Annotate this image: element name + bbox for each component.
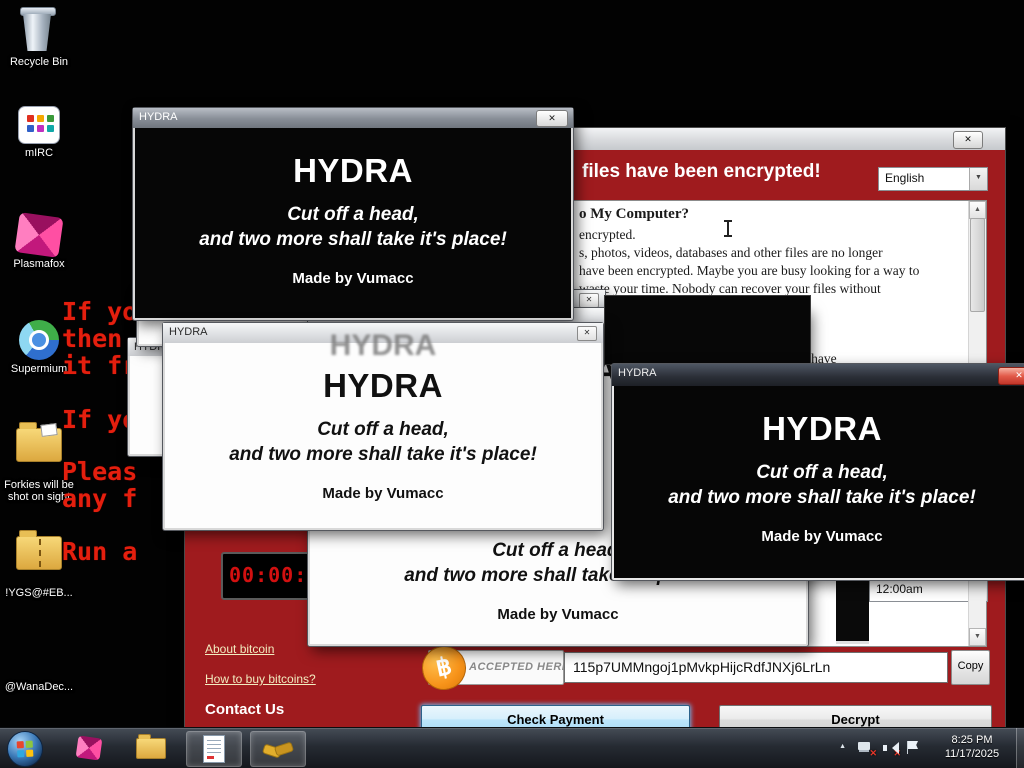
ibeam-cursor: [724, 220, 732, 237]
bitcoin-address-field[interactable]: 115p7UMMngoj1pMvkpHijcRdfJNXj6LrLn: [564, 652, 948, 683]
desktop-icon-recycle-bin[interactable]: Recycle Bin: [0, 5, 78, 68]
hydra-window-fragment: [605, 296, 810, 364]
hydra-tagline-2: and two more shall take it's place!: [668, 487, 976, 508]
supermium-icon: [19, 320, 59, 360]
close-icon[interactable]: ✕: [577, 326, 597, 341]
clock-date: 11/17/2025: [944, 748, 1000, 760]
language-dropdown[interactable]: English ▼: [878, 167, 988, 191]
windows-flag-icon: [16, 740, 34, 758]
hydra-tagline-1: Cut off a head,: [756, 462, 888, 483]
hydra-window-1: HYDRA ✕ HYDRA Cut off a head, and two mo…: [133, 108, 573, 320]
window-title: HYDRA: [169, 326, 208, 338]
taskbar: ▲ ✕ ✕ 8:25 PM 11/17/2025: [0, 727, 1024, 768]
close-icon[interactable]: ✕: [579, 293, 599, 308]
hydra-tagline-2: and two more shall take it's place!: [229, 444, 537, 465]
close-icon[interactable]: ✕: [536, 110, 568, 127]
hydra-byline: Made by Vumacc: [292, 270, 414, 287]
bitcoin-badge-label: ACCEPTED HERE: [469, 661, 570, 673]
network-error-icon[interactable]: ✕: [857, 740, 877, 758]
taskbar-app-plasmafox[interactable]: [62, 731, 116, 765]
language-value: English: [885, 171, 925, 185]
scroll-down-icon[interactable]: ▼: [969, 628, 986, 646]
time-dropdown-value: 12:00am: [876, 582, 923, 596]
copy-button[interactable]: Copy: [951, 650, 990, 685]
ransom-body-line: have been encrypted. Maybe you are busy …: [579, 263, 920, 278]
desktop-graffiti-line: Run a: [62, 537, 138, 566]
scrollbar-thumb[interactable]: [970, 218, 985, 312]
hydra-byline: Made by Vumacc: [497, 606, 619, 623]
ransom-body-line: encrypted.: [579, 227, 636, 242]
how-to-buy-bitcoins-link[interactable]: How to buy bitcoins?: [205, 672, 316, 686]
hydra-tagline-2: and two more shall take it's place!: [199, 229, 507, 250]
hydra-content: HYDRA Cut off a head, and two more shall…: [165, 343, 601, 528]
hydra-titlebar[interactable]: HYDRA ✕: [163, 323, 603, 343]
hidden-icons-chevron-icon[interactable]: ▲: [839, 743, 846, 750]
hydra-content: HYDRA Cut off a head, and two more shall…: [135, 128, 571, 318]
desktop-graffiti-line: If yo: [62, 405, 138, 434]
handshake-icon: [262, 738, 294, 760]
mirc-icon: [18, 106, 60, 144]
chevron-down-icon[interactable]: ▼: [969, 168, 987, 190]
icon-label: Recycle Bin: [9, 56, 69, 68]
desktop-graffiti-line: If yo: [62, 297, 138, 326]
action-center-flag-icon[interactable]: [904, 740, 921, 756]
hydra-heading: HYDRA: [323, 367, 443, 404]
volume-muted-icon[interactable]: ✕: [881, 740, 901, 758]
folder-icon: [136, 733, 166, 759]
hydra-titlebar[interactable]: HYDRA ✕: [612, 364, 1024, 386]
desktop-icon-plasmafox[interactable]: Plasmafox: [0, 210, 78, 270]
folder-icon: [16, 422, 62, 462]
ransom-header: files have been encrypted!: [582, 161, 821, 182]
hydra-byline: Made by Vumacc: [322, 485, 444, 502]
taskbar-app-wanadecryptor[interactable]: [250, 731, 306, 767]
ransom-body-line: waste your time. Nobody can recover your…: [579, 281, 881, 296]
desktop-graffiti-line: any f: [62, 484, 138, 513]
window-title: HYDRA: [618, 367, 657, 379]
hydra-tagline-1: Cut off a head,: [317, 419, 449, 440]
show-desktop-button[interactable]: [1016, 728, 1024, 768]
hydra-heading: HYDRA: [762, 410, 882, 447]
icon-label: @WanaDec...: [4, 681, 74, 693]
plasmafox-icon: [75, 735, 103, 761]
start-button[interactable]: [7, 731, 43, 767]
desktop-icon-wanadec[interactable]: @WanaDec...: [0, 678, 78, 693]
icon-label: Plasmafox: [13, 258, 65, 270]
hydra-tagline-1: Cut off a head,: [287, 204, 419, 225]
window-title: HYDRA: [139, 111, 178, 123]
close-icon[interactable]: ✕: [953, 131, 983, 149]
hydra-window-right: HYDRA ✕ HYDRA Cut off a head, and two mo…: [612, 364, 1024, 580]
hydra-window-fragment: [836, 575, 869, 644]
hydra-content: HYDRA Cut off a head, and two more shall…: [614, 386, 1024, 578]
hydra-heading: HYDRA: [293, 152, 413, 189]
bitcoin-icon: ฿: [417, 641, 471, 695]
plasmafox-icon: [14, 212, 64, 258]
desktop: Recycle Bin mIRC Plasmafox Supermium For…: [0, 0, 1024, 768]
about-bitcoin-link[interactable]: About bitcoin: [205, 642, 274, 656]
desktop-graffiti-line: it fr: [62, 351, 138, 380]
taskbar-clock[interactable]: 8:25 PM 11/17/2025: [934, 733, 1010, 761]
icon-label: !YGS@#EB...: [5, 587, 73, 599]
hydra-titlebar[interactable]: HYDRA ✕: [133, 108, 573, 128]
desktop-graffiti-line: Pleas: [62, 457, 138, 486]
zip-folder-icon: [16, 530, 62, 570]
contact-us-link[interactable]: Contact Us: [205, 701, 284, 718]
close-icon[interactable]: ✕: [998, 367, 1024, 385]
hydra-byline: Made by Vumacc: [761, 528, 883, 545]
icon-label: mIRC: [24, 147, 54, 159]
clock-time: 8:25 PM: [951, 734, 993, 746]
desktop-icon-mirc[interactable]: mIRC: [0, 102, 78, 159]
recycle-bin-icon: [16, 5, 62, 53]
scroll-up-icon[interactable]: ▲: [969, 201, 986, 219]
bitcoin-accepted-badge: ฿ ACCEPTED HERE: [417, 641, 569, 695]
hydra-window-2: HYDRA HYDRA ✕ HYDRA Cut off a head, and …: [163, 323, 603, 530]
ransom-question-1: o My Computer?: [579, 206, 689, 222]
ransom-body-line: s, photos, videos, databases and other f…: [579, 245, 883, 260]
taskbar-app-notepad[interactable]: [186, 731, 242, 767]
document-icon: [203, 735, 225, 763]
taskbar-app-explorer[interactable]: [124, 731, 178, 765]
